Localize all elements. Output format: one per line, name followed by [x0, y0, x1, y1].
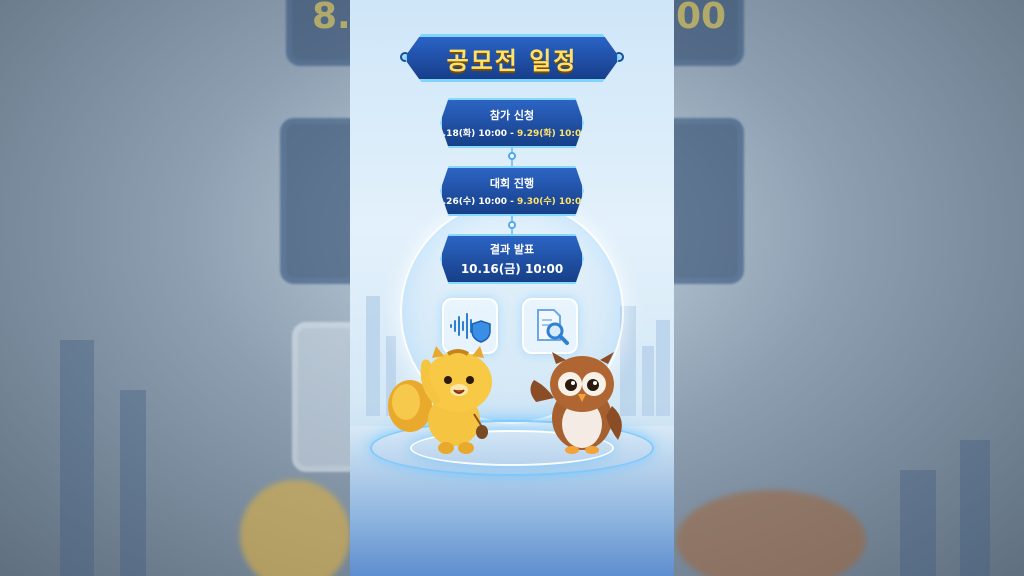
date-start: 8.26(수) 10:00 — [436, 197, 507, 207]
city-building — [366, 296, 380, 416]
date-start: 8.18(화) 10:00 — [436, 129, 507, 139]
schedule-date: 8.26(수) 10:00 - 9.30(수) 10:00 — [436, 194, 588, 207]
squirrel-mascot — [388, 346, 492, 454]
timeline-node — [508, 221, 516, 229]
schedule-label: 대회 진행 — [489, 177, 535, 190]
date-end: 9.29(화) 10:00 — [517, 129, 588, 139]
title-badge: 공모전 일정 — [404, 34, 620, 82]
owl-mascot — [530, 352, 622, 454]
backdrop-building — [960, 440, 990, 576]
document-search-icon — [537, 309, 569, 345]
schedule-card-registration: 참가 신청 8.18(화) 10:00 - 9.29(화) 10:00 — [440, 98, 584, 148]
backdrop-owl — [676, 490, 866, 576]
backdrop-building — [120, 390, 146, 576]
schedule-label: 결과 발표 — [489, 243, 535, 256]
schedule-label: 참가 신청 — [489, 109, 535, 122]
page-title: 공모전 일정 — [446, 46, 578, 75]
document-search-tile — [522, 298, 578, 354]
voice-shield-icon — [450, 313, 491, 343]
date-end: 9.30(수) 10:00 — [517, 197, 588, 207]
backdrop-building — [60, 340, 94, 576]
backdrop-squirrel — [240, 480, 350, 576]
schedule-card-competition: 대회 진행 8.26(수) 10:00 - 9.30(수) 10:00 — [440, 166, 584, 216]
city-building — [656, 320, 670, 416]
backdrop-building — [900, 470, 936, 576]
schedule-panel: 공모전 일정 참가 신청 8.18(화) 10:00 - 9.29(화) 10:… — [350, 0, 674, 576]
schedule-date: 10.16(금) 10:00 — [460, 262, 564, 276]
date-dash: - — [507, 129, 518, 139]
backdrop-date-right: 00 — [676, 0, 727, 37]
schedule-date: 8.18(화) 10:00 - 9.29(화) 10:00 — [436, 126, 588, 139]
timeline-node — [508, 152, 516, 160]
schedule-card-results: 결과 발표 10.16(금) 10:00 — [440, 234, 584, 284]
date-dash: - — [507, 197, 518, 207]
city-building — [642, 346, 654, 416]
